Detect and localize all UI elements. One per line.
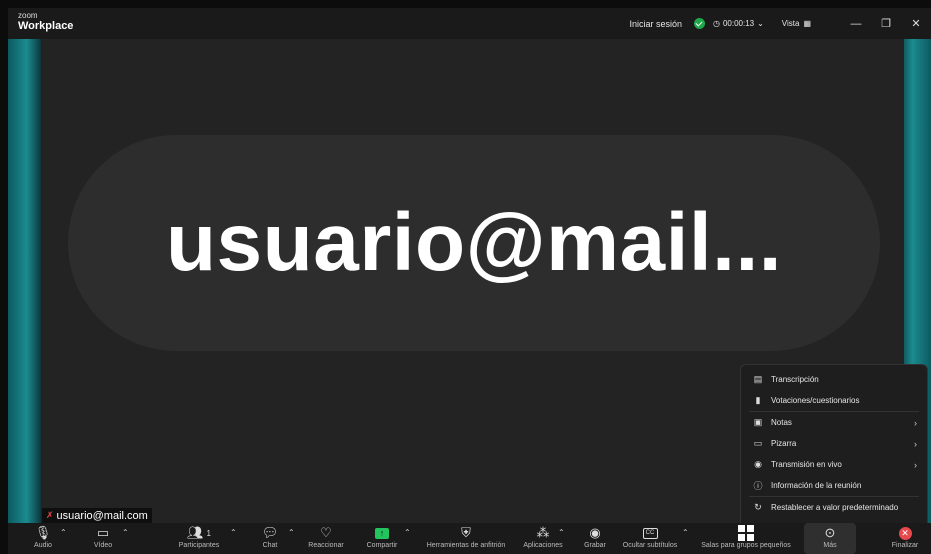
apps-label: Aplicaciones xyxy=(523,542,563,549)
clock-icon: ◷ xyxy=(712,19,720,28)
menu-item-label: Transcripción xyxy=(771,375,819,384)
livestream-icon: ◉ xyxy=(754,459,762,469)
menu-item-notes[interactable]: ▣ Notas › xyxy=(741,412,927,433)
brand-small: zoom xyxy=(18,11,38,20)
shield-icon: ⛨ xyxy=(461,525,471,540)
mic-muted-icon: 🎙︎ xyxy=(34,525,52,540)
signin-button[interactable]: Iniciar sesión xyxy=(629,19,682,29)
menu-item-label: Transmisión en vivo xyxy=(771,460,842,469)
grid-view-icon: ▦ xyxy=(803,19,811,28)
end-meeting-button[interactable]: ✕ Finalizar xyxy=(888,523,922,554)
menu-item-reset[interactable]: ↻ Restablecer a valor predeterminado xyxy=(741,497,927,518)
chat-label: Chat xyxy=(262,542,278,549)
record-label: Grabar xyxy=(584,542,606,549)
menu-item-transcript[interactable]: ▤ Transcripción xyxy=(741,369,927,390)
timer-value: 00:00:13 xyxy=(722,19,755,28)
share-label: Compartir xyxy=(366,542,398,549)
participants-options-caret[interactable]: ⌃ xyxy=(230,528,237,537)
participants-button[interactable]: 👥︎ 1 Participantes xyxy=(174,523,224,554)
encryption-shield-icon[interactable] xyxy=(693,18,705,29)
reset-icon: ↻ xyxy=(754,502,762,512)
chevron-right-icon: › xyxy=(914,417,917,428)
more-menu: ▤ Transcripción ▮ Votaciones/cuestionari… xyxy=(740,364,928,528)
react-label: Reaccionar xyxy=(308,542,344,549)
audio-button[interactable]: 🎙︎ Audio xyxy=(30,523,56,554)
participant-name-tag: ✗ usuario@mail.com xyxy=(42,508,152,523)
menu-item-livestream[interactable]: ◉ Transmisión en vivo › xyxy=(741,454,927,475)
participants-count: 1 xyxy=(206,528,211,538)
apps-options-caret[interactable]: ⌃ xyxy=(558,528,565,537)
close-window-button[interactable]: ✕ xyxy=(901,17,931,30)
menu-item-label: Información de la reunión xyxy=(771,481,862,490)
avatar-name-pill: usuario@mail... xyxy=(68,135,880,351)
share-options-caret[interactable]: ⌃ xyxy=(404,528,411,537)
heart-icon: ♡ xyxy=(320,525,332,540)
menu-item-meeting-info[interactable]: ⓘ Información de la reunión xyxy=(741,475,927,496)
video-off-icon: ▭ xyxy=(96,525,110,540)
menu-item-label: Notas xyxy=(771,418,792,427)
participants-icon: 👥︎ 1 xyxy=(187,525,211,540)
minimize-button[interactable]: — xyxy=(841,18,871,30)
captions-options-caret[interactable]: ⌃ xyxy=(682,528,689,537)
whiteboard-icon: ▭ xyxy=(753,438,763,448)
host-tools-label: Herramientas de anfitrión xyxy=(426,542,506,549)
meeting-toolbar: 🎙︎ Audio ⌃ ▭ Vídeo ⌃ 👥︎ 1 Participantes ⌃… xyxy=(8,523,931,554)
more-icon: ⊙ xyxy=(824,525,836,540)
menu-item-whiteboard[interactable]: ▭ Pizarra › xyxy=(741,433,927,454)
record-button[interactable]: ◉ Grabar xyxy=(578,523,612,554)
video-label: Vídeo xyxy=(93,542,113,549)
captions-icon: CC xyxy=(642,523,658,543)
info-icon: ⓘ xyxy=(753,481,763,491)
title-bar: zoom Workplace Iniciar sesión ◷ 00:00:13… xyxy=(8,8,931,39)
notes-icon: ▣ xyxy=(753,417,763,427)
breakout-rooms-button[interactable]: Salas para grupos pequeños xyxy=(698,523,794,554)
view-button[interactable]: Vista ▦ xyxy=(782,19,811,28)
polls-icon: ▮ xyxy=(755,395,761,405)
chevron-right-icon: › xyxy=(914,459,917,470)
participants-label: Participantes xyxy=(178,542,220,549)
more-label: Más xyxy=(823,542,837,549)
chevron-down-icon: ⌄ xyxy=(757,19,764,28)
share-screen-button[interactable]: ↑ Compartir xyxy=(362,523,402,554)
participant-display-name: usuario@mail... xyxy=(165,197,783,288)
record-icon: ◉ xyxy=(589,525,601,540)
audio-label: Audio xyxy=(34,542,52,549)
react-button[interactable]: ♡ Reaccionar xyxy=(306,523,346,554)
breakout-rooms-icon xyxy=(738,523,754,543)
host-tools-button[interactable]: ⛨ Herramientas de anfitrión xyxy=(420,523,512,554)
menu-item-polls[interactable]: ▮ Votaciones/cuestionarios xyxy=(741,390,927,411)
chevron-right-icon: › xyxy=(914,438,917,449)
audio-options-caret[interactable]: ⌃ xyxy=(60,528,67,537)
captions-label: Ocultar subtítulos xyxy=(622,542,678,549)
apps-icon: ⁂ xyxy=(536,525,550,540)
zoom-logo: zoom Workplace xyxy=(18,12,73,32)
chat-button[interactable]: 💬︎ Chat xyxy=(258,523,282,554)
share-screen-icon: ↑ xyxy=(375,523,389,543)
captions-button[interactable]: CC Ocultar subtítulos xyxy=(622,523,678,554)
video-button[interactable]: ▭ Vídeo xyxy=(88,523,118,554)
transcript-icon: ▤ xyxy=(753,374,763,384)
menu-item-label: Restablecer a valor predeterminado xyxy=(771,503,899,512)
end-label: Finalizar xyxy=(891,542,919,549)
menu-item-label: Pizarra xyxy=(771,439,797,448)
video-options-caret[interactable]: ⌃ xyxy=(122,528,129,537)
name-tag-label: usuario@mail.com xyxy=(56,509,148,522)
restore-button[interactable]: ❐ xyxy=(871,17,901,30)
chat-options-caret[interactable]: ⌃ xyxy=(288,528,295,537)
chat-icon: 💬︎ xyxy=(261,525,279,540)
breakout-label: Salas para grupos pequeños xyxy=(701,542,791,549)
menu-item-label: Votaciones/cuestionarios xyxy=(771,396,860,405)
mic-muted-icon: ✗ xyxy=(46,510,54,520)
meeting-timer[interactable]: ◷ 00:00:13 ⌄ xyxy=(713,19,764,28)
more-button[interactable]: ⊙ Más xyxy=(804,523,856,554)
end-icon: ✕ xyxy=(898,523,912,543)
view-label: Vista xyxy=(781,19,800,28)
brand-name: Workplace xyxy=(18,20,74,32)
